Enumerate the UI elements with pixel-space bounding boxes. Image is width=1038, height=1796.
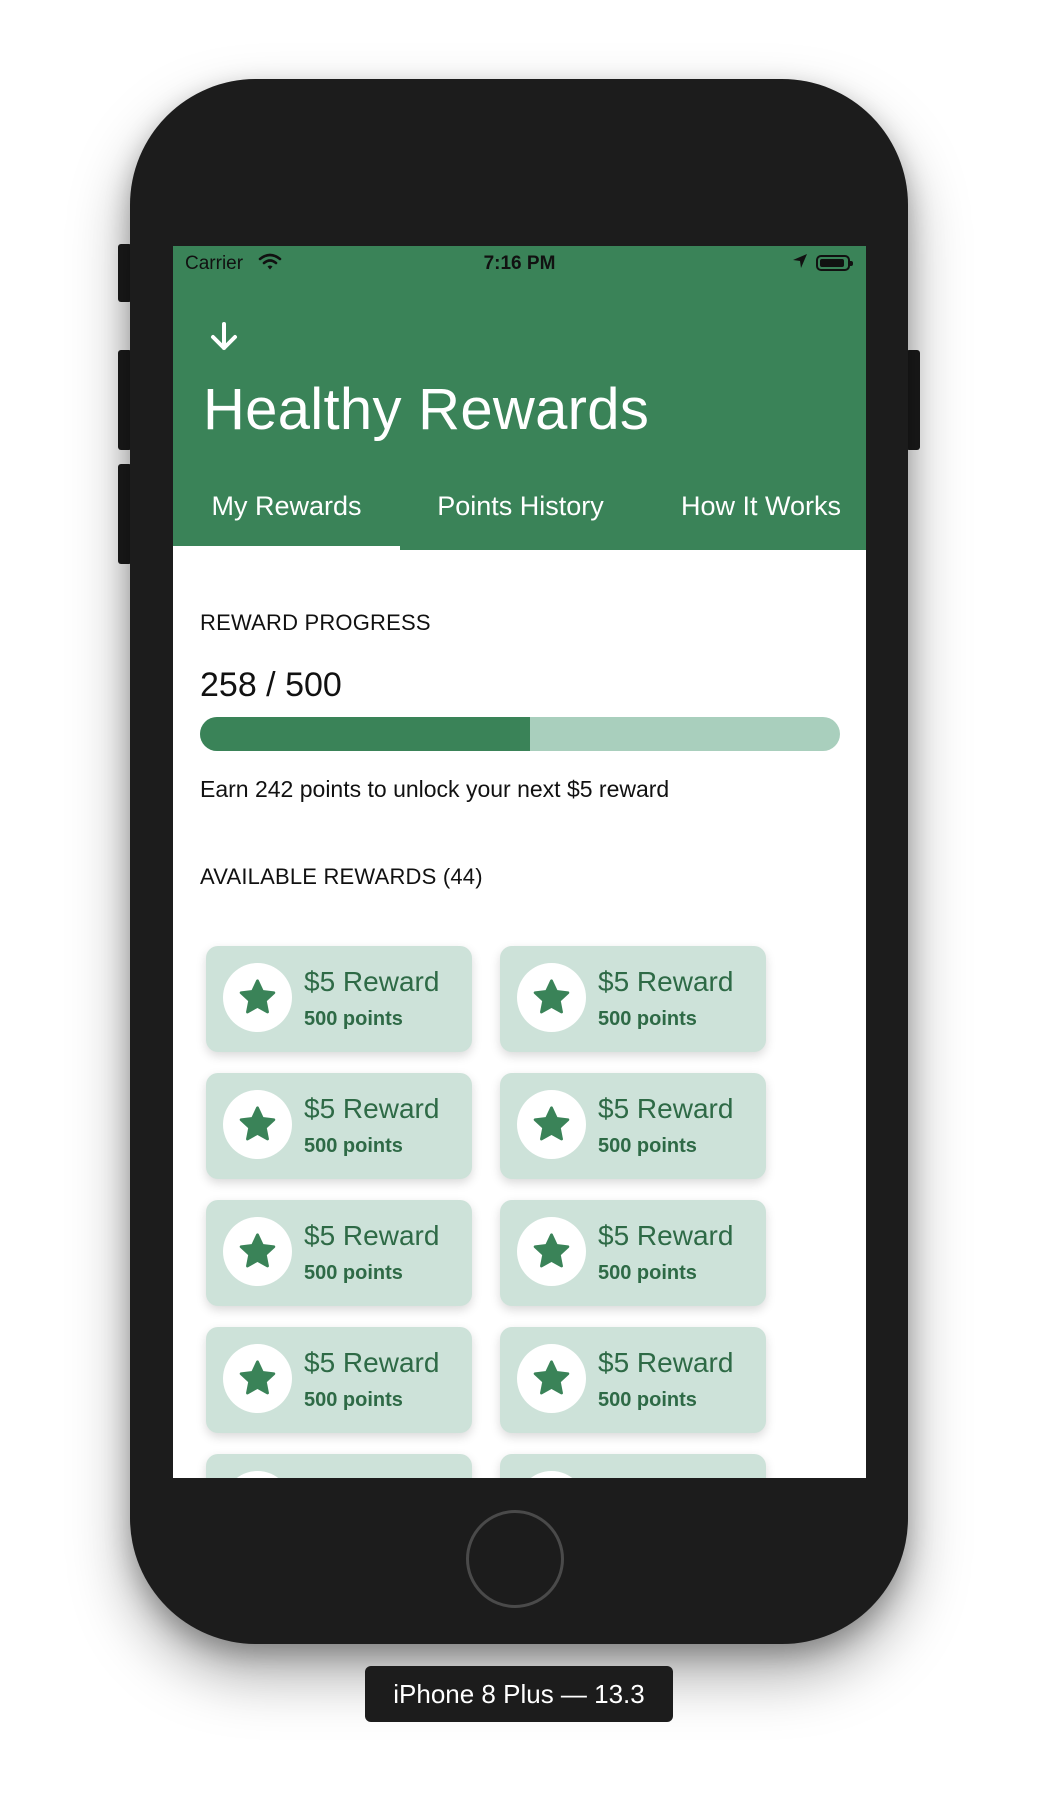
power-button [906, 350, 920, 450]
star-icon [517, 1471, 586, 1478]
down-arrow-icon[interactable] [207, 320, 241, 359]
star-icon [517, 1217, 586, 1286]
progress-hint: Earn 242 points to unlock your next $5 r… [200, 776, 670, 802]
progress-bar [200, 717, 840, 751]
reward-points: 500 points [598, 1389, 697, 1411]
reward-title: $5 Reward [598, 1347, 734, 1378]
star-icon [223, 1344, 292, 1413]
reward-card[interactable]: $5 Reward 500 points [500, 1073, 766, 1179]
app-header: Carrier 7:16 PM Healthy Rewards My Rewar… [173, 246, 866, 550]
progress-bar-fill [200, 717, 531, 751]
device-caption: iPhone 8 Plus — 13.3 [365, 1666, 673, 1722]
location-arrow-icon [792, 253, 808, 275]
page-title: Healthy Rewards [203, 377, 650, 442]
reward-points: 500 points [304, 1389, 403, 1411]
tab-my-rewards[interactable]: My Rewards [173, 486, 400, 550]
reward-title: $5 Reward [598, 1220, 734, 1251]
status-bar: Carrier 7:16 PM [173, 246, 866, 280]
star-icon [223, 1217, 292, 1286]
reward-points: 500 points [304, 1262, 403, 1284]
star-icon [517, 1344, 586, 1413]
battery-icon [816, 255, 853, 271]
home-button[interactable] [466, 1510, 564, 1608]
reward-points: 500 points [598, 1262, 697, 1284]
reward-card[interactable]: $5 Reward 500 points [500, 1327, 766, 1433]
reward-card[interactable]: $5 Reward 500 points [500, 1200, 766, 1306]
star-icon [223, 1471, 292, 1478]
reward-card-partial[interactable] [500, 1454, 766, 1478]
status-time: 7:16 PM [483, 253, 556, 274]
reward-title: $5 Reward [598, 966, 734, 997]
star-icon [517, 963, 586, 1032]
star-icon [517, 1090, 586, 1159]
reward-progress-label: REWARD PROGRESS [200, 610, 431, 635]
progress-value: 258 / 500 [200, 666, 342, 704]
active-tab-indicator [173, 546, 400, 550]
app-screen: Carrier 7:16 PM Healthy Rewards My Rewar… [173, 246, 866, 1478]
reward-points: 500 points [598, 1135, 697, 1157]
tab-points-history[interactable]: Points History [400, 486, 641, 550]
reward-card[interactable]: $5 Reward 500 points [206, 1327, 472, 1433]
reward-title: $5 Reward [304, 966, 440, 997]
star-icon [223, 1090, 292, 1159]
reward-title: $5 Reward [304, 1347, 440, 1378]
reward-title: $5 Reward [304, 1220, 440, 1251]
reward-card[interactable]: $5 Reward 500 points [206, 1073, 472, 1179]
reward-card[interactable]: $5 Reward 500 points [206, 1200, 472, 1306]
reward-points: 500 points [304, 1008, 403, 1030]
available-rewards-label: AVAILABLE REWARDS (44) [200, 864, 483, 889]
tab-bar: My Rewards Points History How It Works [173, 486, 866, 550]
star-icon [223, 963, 292, 1032]
reward-title: $5 Reward [598, 1093, 734, 1124]
reward-card[interactable]: $5 Reward 500 points [500, 946, 766, 1052]
reward-card[interactable]: $5 Reward 500 points [206, 946, 472, 1052]
reward-points: 500 points [598, 1008, 697, 1030]
reward-title: $5 Reward [304, 1093, 440, 1124]
tab-how-it-works[interactable]: How It Works [641, 486, 866, 550]
reward-card-partial[interactable] [206, 1454, 472, 1478]
reward-points: 500 points [304, 1135, 403, 1157]
